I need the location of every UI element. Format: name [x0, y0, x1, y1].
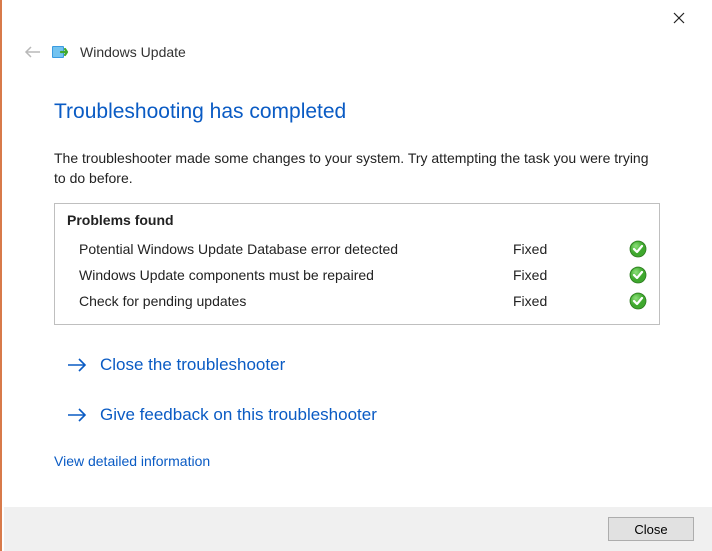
app-title: Windows Update: [80, 44, 186, 60]
problem-label: Windows Update components must be repair…: [79, 267, 513, 283]
page-heading: Troubleshooting has completed: [54, 100, 660, 124]
status-fixed-icon: [623, 266, 647, 284]
arrow-right-icon: [66, 407, 88, 423]
give-feedback-link[interactable]: Give feedback on this troubleshooter: [54, 399, 660, 431]
action-links: Close the troubleshooter Give feedback o…: [54, 349, 660, 431]
problem-row: Potential Windows Update Database error …: [67, 236, 647, 262]
problem-row: Windows Update components must be repair…: [67, 262, 647, 288]
problem-row: Check for pending updates Fixed: [67, 288, 647, 314]
page-description: The troubleshooter made some changes to …: [54, 148, 660, 189]
close-troubleshooter-label: Close the troubleshooter: [100, 355, 285, 375]
problems-header: Problems found: [67, 212, 647, 228]
back-button[interactable]: [24, 45, 42, 59]
problem-status: Fixed: [513, 293, 623, 309]
checkmark-icon: [629, 266, 647, 284]
close-icon: [673, 12, 685, 24]
footer: Close: [4, 507, 712, 551]
checkmark-icon: [629, 292, 647, 310]
window-close-button[interactable]: [658, 4, 700, 32]
status-fixed-icon: [623, 292, 647, 310]
view-detailed-information-link[interactable]: View detailed information: [54, 453, 210, 469]
problem-status: Fixed: [513, 241, 623, 257]
back-arrow-icon: [24, 45, 42, 59]
give-feedback-label: Give feedback on this troubleshooter: [100, 405, 377, 425]
content-area: Troubleshooting has completed The troubl…: [2, 68, 712, 479]
arrow-right-icon: [66, 357, 88, 373]
header: Windows Update: [2, 36, 712, 68]
problem-status: Fixed: [513, 267, 623, 283]
status-fixed-icon: [623, 240, 647, 258]
close-troubleshooter-link[interactable]: Close the troubleshooter: [54, 349, 660, 381]
checkmark-icon: [629, 240, 647, 258]
problem-label: Check for pending updates: [79, 293, 513, 309]
titlebar: [2, 0, 712, 36]
windows-update-icon: [52, 44, 70, 60]
close-button[interactable]: Close: [608, 517, 694, 541]
problem-label: Potential Windows Update Database error …: [79, 241, 513, 257]
problems-found-box: Problems found Potential Windows Update …: [54, 203, 660, 325]
